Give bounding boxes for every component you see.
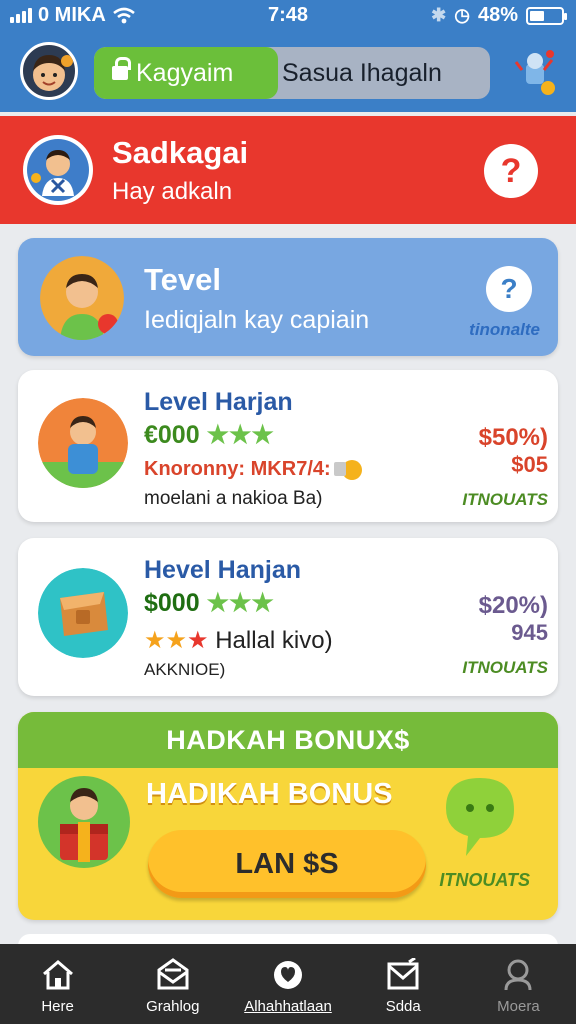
nav-label-moera: Moera	[497, 998, 540, 1015]
offer-1-price-value: €000	[144, 421, 200, 449]
nav-label-home: Here	[41, 998, 74, 1015]
segment-control: Kagyaim Sasua Ihagaln	[94, 47, 490, 99]
offer-1-percent: $50%)	[478, 424, 548, 451]
level-avatar	[40, 256, 124, 340]
offer-2-side: $20%) 945 ITNOUATS	[462, 592, 548, 678]
heart-icon	[274, 961, 302, 989]
battery-icon	[526, 6, 567, 25]
alarm-icon: ◷	[454, 5, 470, 25]
bonus-claim-button[interactable]: LAN $S	[148, 830, 426, 898]
offer-2-price: $000 ★★★	[144, 588, 274, 618]
profile-icon	[504, 959, 532, 991]
tab-active-label: Kagyaim	[136, 58, 234, 87]
offer-2-percent: $20%)	[478, 592, 548, 619]
level-title: Tevel	[144, 262, 221, 297]
tab-active[interactable]: Kagyaim	[94, 47, 278, 99]
banner-avatar	[23, 135, 93, 205]
offer-2-subtitle-text: Hallal kivo)	[215, 627, 333, 654]
bonus-header: HADKAH BONUX$	[18, 712, 558, 768]
offer-1-title: Level Harjan	[144, 388, 293, 416]
offer-2-title: Hevel Hanjan	[144, 556, 302, 584]
offer-1-note: moelani a nakioa Ba)	[144, 488, 323, 509]
offer-2-stars: ★★★	[199, 589, 274, 617]
offer-2-subtitle: ★★★ Hallal kivo)	[144, 626, 333, 655]
lock-icon	[112, 57, 131, 82]
bonus-tag: ITNOUATS	[439, 870, 530, 890]
tab-inactive-label: Sasua Ihagaln	[282, 58, 442, 87]
offer-1-thumbnail	[38, 398, 128, 488]
banner-subtitle: Hay adkaln	[112, 178, 233, 205]
status-right: ✱ ◷ 48%	[431, 4, 567, 27]
nav-item-moera[interactable]: Moera	[461, 944, 576, 1024]
nav-label-alhahhatlaan: Alhahhatlaan	[244, 998, 332, 1015]
offer-1-price: €000 ★★★	[144, 420, 274, 450]
nav-label-sdda: Sdda	[385, 998, 421, 1015]
banner-title: Sadkagai	[112, 135, 249, 170]
coin-icon	[334, 460, 362, 480]
offer-1-subtitle: Knoronny: MKR7/4:	[144, 458, 331, 480]
level-tag: tinonalte	[469, 320, 540, 339]
offer-2-thumbnail	[38, 568, 128, 658]
offer-2-price-value: $000	[144, 589, 200, 617]
chat-bubble-icon[interactable]	[442, 774, 518, 858]
nav-label-grahlog: Grahlog	[146, 998, 200, 1015]
nav-item-home[interactable]: Here	[0, 944, 115, 1024]
offer-2-rating-star-red: ★	[187, 627, 216, 654]
offer-1-tag: ITNOUATS	[462, 490, 548, 509]
bonus-avatar	[38, 776, 130, 868]
bluetooth-icon: ✱	[431, 5, 447, 25]
mail-icon	[157, 958, 189, 990]
offer-2-rating-stars: ★★	[144, 627, 188, 654]
level-help-button[interactable]: ?	[486, 266, 532, 312]
status-bar: 0 MIKA 7:48 ✱ ◷ 48%	[0, 0, 576, 32]
offer-1-stars: ★★★	[199, 421, 274, 449]
offer-2-amount: 945	[511, 620, 548, 645]
bonus-card: HADKAH BONUX$ HADIKAH BONUS LAN $S ITNOU…	[18, 712, 558, 920]
banner-help-button[interactable]: ?	[484, 144, 538, 198]
offer-1-amount: $05	[511, 452, 548, 477]
mascot-icon[interactable]	[512, 48, 558, 98]
top-app-bar: 0 MIKA 7:48 ✱ ◷ 48% Kagyaim Sasua Ihagal…	[0, 0, 576, 112]
envelope-icon	[387, 958, 419, 990]
profile-avatar[interactable]	[20, 42, 78, 100]
battery-level	[530, 10, 545, 21]
offer-2-tag: ITNOUATS	[462, 658, 548, 677]
tab-inactive[interactable]: Sasua Ihagaln	[282, 47, 442, 99]
level-subtitle: Iediqjaln kay capiain	[144, 306, 370, 334]
bonus-title: HADIKAH BONUS	[146, 778, 393, 810]
nav-item-grahlog[interactable]: Grahlog	[115, 944, 230, 1024]
nav-item-alhahhatlaan[interactable]: Alhahhatlaan	[230, 944, 345, 1024]
bottom-nav: Here Grahlog Alhahhatlaan Sdda Moera	[0, 944, 576, 1024]
offer-1-side: $50%) $05 ITNOUATS	[462, 424, 548, 510]
offer-2-note: AKKNIOE)	[144, 660, 226, 679]
home-icon	[42, 960, 73, 990]
battery-percent: 48%	[477, 4, 518, 26]
nav-item-sdda[interactable]: Sdda	[346, 944, 461, 1024]
